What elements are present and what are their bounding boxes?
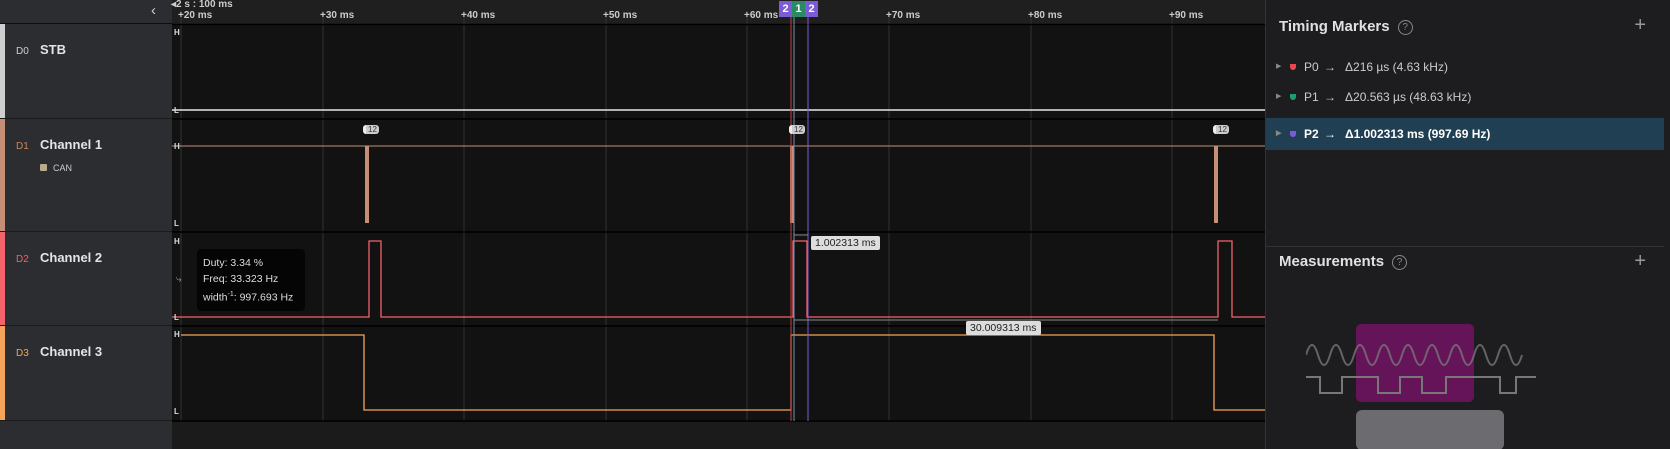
- level-high: H: [174, 28, 180, 37]
- channel-color-bar: [0, 232, 5, 325]
- marker-row-p1[interactable]: ▶ P1 → Δ20.563 µs (48.63 kHz): [1266, 82, 1664, 112]
- level-high: H: [174, 237, 180, 246]
- tooltip-duty: Duty: 3.34 %: [203, 257, 264, 269]
- arrow-icon: →: [1324, 60, 1336, 74]
- expand-icon[interactable]: ▶: [1276, 52, 1281, 82]
- measurements-header: Measurements?: [1279, 253, 1408, 270]
- channel-id: D0: [16, 46, 29, 57]
- tooltip-width-prefix: width: [203, 291, 228, 304]
- level-high: H: [174, 142, 180, 151]
- channel-color-bar: [0, 24, 5, 118]
- measurement-tooltip: Duty: 3.34 % Freq: 33.323 Hz width-1: 99…: [197, 249, 305, 311]
- ruler-tick: +70 ms: [886, 10, 921, 21]
- channel-name[interactable]: Channel 1: [40, 137, 102, 152]
- period-label: 30.009313 ms: [966, 321, 1041, 335]
- can-frame-badge[interactable]: 12: [363, 125, 379, 134]
- marker-flag-icon: [1290, 131, 1296, 137]
- channel-color-bar: [0, 326, 5, 420]
- marker-label: P0: [1304, 60, 1319, 74]
- ruler-tick: +80 ms: [1028, 10, 1063, 21]
- pulse-width-label: 1.002313 ms: [811, 236, 880, 250]
- pulse-measure-icon: ⤷: [176, 274, 182, 285]
- ruler-tick: +60 ms: [744, 10, 779, 21]
- collapse-sidebar-button[interactable]: ‹: [151, 2, 156, 19]
- tooltip-freq: Freq: 33.323 Hz: [203, 273, 279, 285]
- marker-label: P2: [1304, 127, 1319, 141]
- side-panel: Timing Markers? + ▶ P0 → Δ216 µs (4.63 kHz…: [1265, 0, 1670, 449]
- marker-value: Δ216 µs (4.63 kHz): [1345, 60, 1448, 74]
- channel-id: D3: [16, 348, 29, 359]
- timing-markers-header: Timing Markers?: [1279, 18, 1413, 35]
- channel-list: ‹ D0 STB D1 Channel 1 CAN D2 Channel 2 D…: [0, 0, 172, 449]
- expand-icon[interactable]: ▶: [1276, 118, 1281, 150]
- panel-divider: [1266, 246, 1664, 247]
- ruler-tick: +90 ms: [1169, 10, 1204, 21]
- channel-id: D1: [16, 141, 29, 152]
- ruler-tick: +50 ms: [603, 10, 638, 21]
- tooltip-width-value: : 997.693 Hz: [233, 291, 294, 304]
- can-frame-badge[interactable]: 12: [789, 125, 805, 134]
- channel-row-d2[interactable]: D2 Channel 2: [0, 232, 172, 326]
- marker-label: P1: [1304, 90, 1319, 104]
- marker-flag-p2-start[interactable]: 2: [779, 1, 792, 17]
- channel-name[interactable]: Channel 2: [40, 250, 102, 265]
- analyzer-name: CAN: [53, 163, 73, 173]
- marker-value: Δ1.002313 ms (997.69 Hz): [1345, 127, 1491, 141]
- arrow-icon: →: [1324, 127, 1336, 141]
- add-measurement-button[interactable]: +: [1634, 250, 1646, 273]
- marker-value: Δ20.563 µs (48.63 kHz): [1345, 90, 1472, 104]
- marker-flag-icon: [1290, 64, 1296, 70]
- marker-flag-p2-end[interactable]: 2: [805, 1, 818, 17]
- can-frame-badge[interactable]: 12: [1213, 125, 1229, 134]
- level-low: L: [174, 407, 179, 416]
- ruler-tick: +40 ms: [461, 10, 496, 21]
- level-high: H: [174, 330, 180, 339]
- ruler-tick: +30 ms: [320, 10, 355, 21]
- add-marker-button[interactable]: +: [1634, 14, 1646, 37]
- channel-color-bar: [0, 119, 5, 231]
- marker-row-p0[interactable]: ▶ P0 → Δ216 µs (4.63 kHz): [1266, 52, 1664, 82]
- waveform-plot[interactable]: [172, 0, 1265, 449]
- arrow-icon: →: [1324, 90, 1336, 104]
- marker-row-p2[interactable]: ▶ P2 → Δ1.002313 ms (997.69 Hz): [1266, 118, 1664, 150]
- ruler-tick: +20 ms: [178, 10, 213, 21]
- channel-row-d0[interactable]: D0 STB: [0, 24, 172, 119]
- channel-row-d3[interactable]: D3 Channel 3: [0, 326, 172, 421]
- analyzer-color-icon: [40, 164, 47, 171]
- level-low: L: [174, 106, 179, 115]
- timescale-label: ◂2 s : 100 ms: [171, 0, 233, 10]
- channel-name[interactable]: STB: [40, 42, 66, 57]
- channel-id: D2: [16, 254, 29, 265]
- marker-flag-icon: [1290, 94, 1296, 100]
- expand-icon[interactable]: ▶: [1276, 82, 1281, 112]
- level-low: L: [174, 219, 179, 228]
- measurements-empty-illustration: [1306, 324, 1536, 449]
- ruler-header-left: ‹: [0, 0, 172, 24]
- level-low: L: [174, 313, 179, 322]
- timing-markers-title: Timing Markers: [1279, 18, 1390, 35]
- channel-name[interactable]: Channel 3: [40, 344, 102, 359]
- channel-row-d1[interactable]: D1 Channel 1 CAN: [0, 119, 172, 232]
- timescale-value: 2 s : 100 ms: [176, 0, 233, 10]
- help-icon[interactable]: ?: [1397, 19, 1413, 35]
- help-icon[interactable]: ?: [1392, 254, 1408, 270]
- marker-flag-p1[interactable]: 1: [792, 1, 805, 17]
- measurements-title: Measurements: [1279, 253, 1385, 270]
- analyzer-label[interactable]: CAN: [40, 163, 72, 173]
- tooltip-width: width-1: 997.693 Hz: [203, 287, 299, 306]
